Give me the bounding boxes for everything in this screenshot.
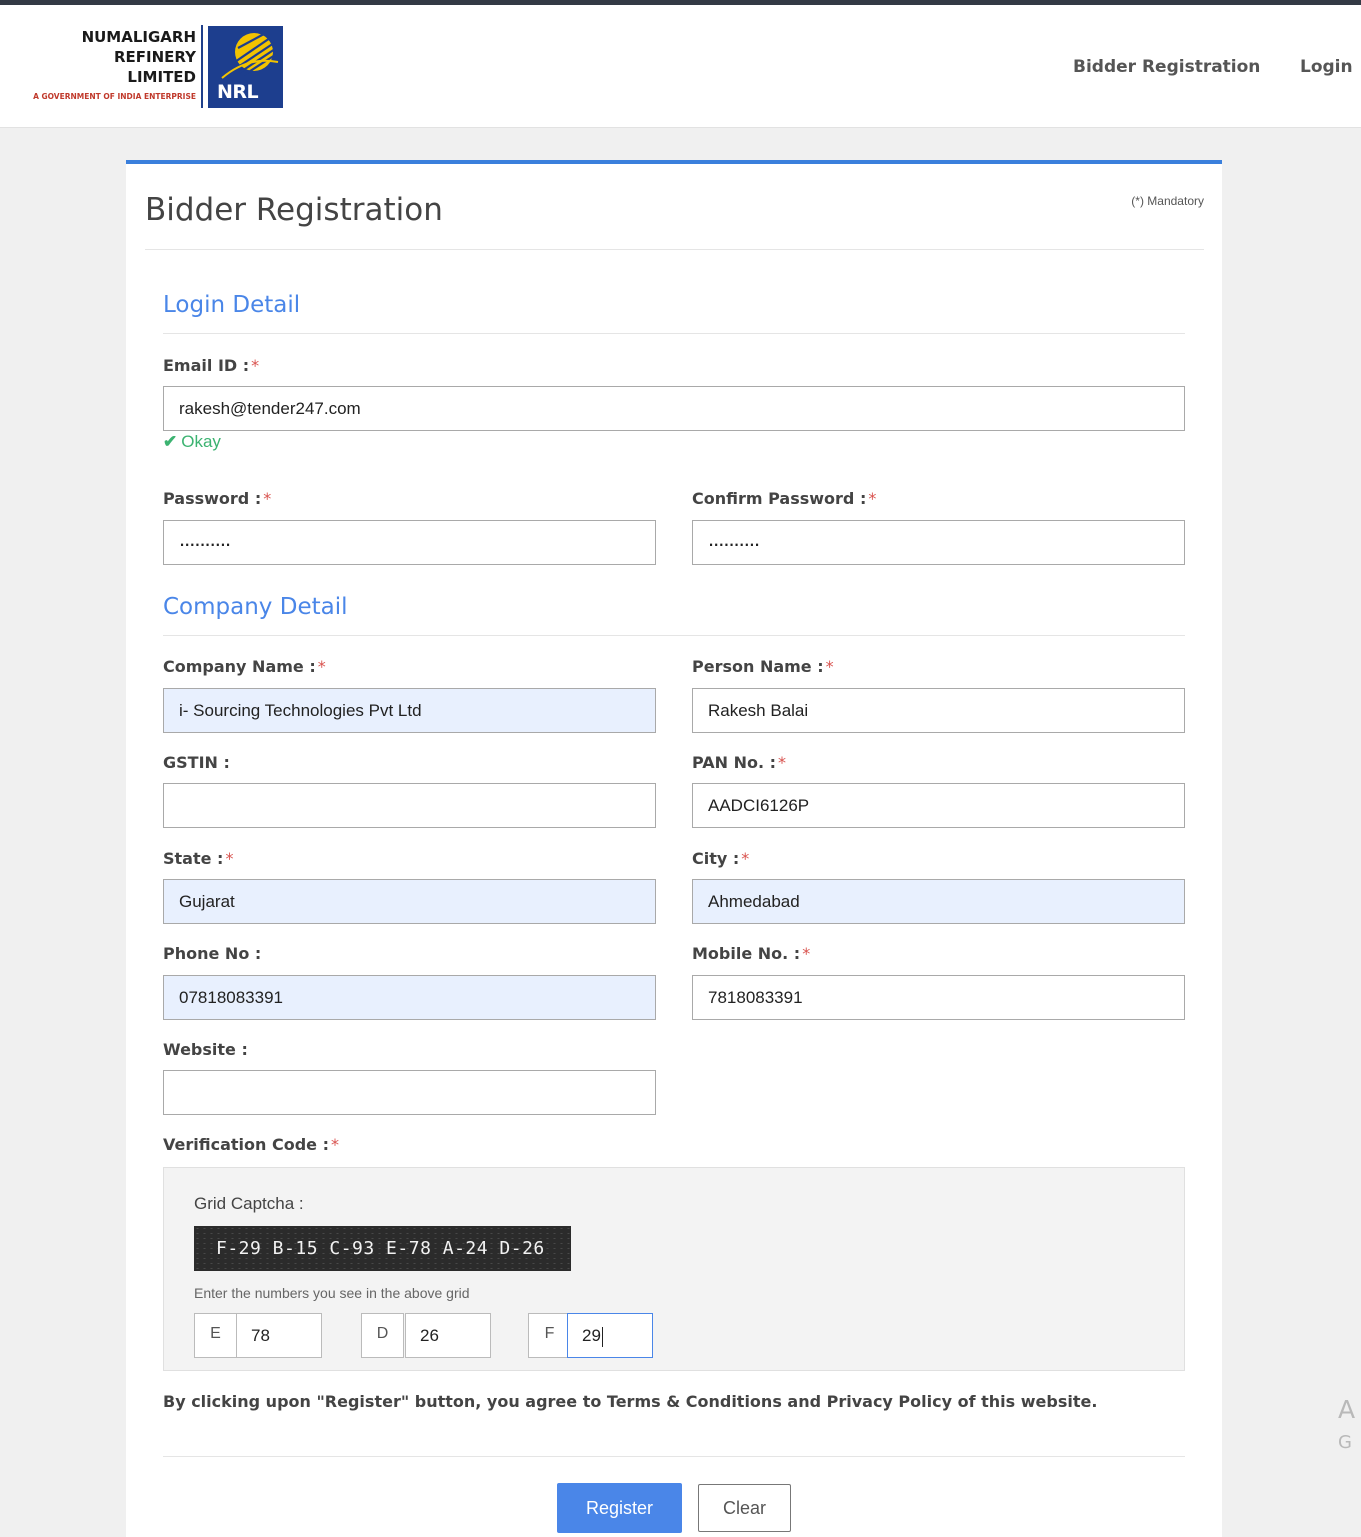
website-field[interactable] [163, 1070, 656, 1115]
captcha-prefix-1: E [194, 1313, 237, 1358]
city-field[interactable]: Ahmedabad [692, 879, 1185, 924]
grid-captcha-label: Grid Captcha : [194, 1194, 304, 1213]
gstin-field[interactable] [163, 783, 656, 828]
logo-mark: NRL [217, 81, 259, 103]
section-divider [163, 635, 1185, 636]
clear-button[interactable]: Clear [698, 1484, 791, 1532]
site-header: NUMALIGARH REFINERY LIMITED A GOVERNMENT… [0, 5, 1361, 128]
person-name-label: Person Name : * [692, 657, 834, 676]
login-detail-heading: Login Detail [163, 292, 301, 318]
captcha-image: F-29 B-15 C-93 E-78 A-24 D-26 [194, 1226, 571, 1271]
required-marker: * [317, 657, 326, 676]
nav-login[interactable]: Login [1300, 57, 1353, 77]
captcha-container: Grid Captcha : F-29 B-15 C-93 E-78 A-24 … [163, 1167, 1185, 1371]
logo-line-1: NUMALIGARH [81, 28, 196, 46]
captcha-input-2[interactable]: 26 [405, 1313, 491, 1358]
logo-line-3: LIMITED [127, 68, 196, 86]
footer-divider [163, 1456, 1185, 1457]
required-marker: * [825, 657, 834, 676]
company-logo-text: NUMALIGARH REFINERY LIMITED A GOVERNMENT… [10, 27, 196, 103]
required-marker: * [225, 849, 234, 868]
page-title: Bidder Registration [145, 192, 443, 228]
email-field[interactable]: rakesh@tender247.com [163, 386, 1185, 431]
phone-label: Phone No : [163, 944, 262, 963]
captcha-input-3[interactable]: 29 [567, 1313, 653, 1358]
captcha-prefix-3: F [528, 1313, 571, 1358]
mandatory-note: (*) Mandatory [1131, 194, 1204, 208]
activation-watermark-line-1: A [1338, 1395, 1356, 1424]
activation-watermark-line-2: G [1338, 1432, 1352, 1453]
required-marker: * [741, 849, 750, 868]
required-marker: * [868, 489, 877, 508]
pan-label: PAN No. : * [692, 753, 787, 772]
state-field[interactable]: Gujarat [163, 879, 656, 924]
state-label: State : * [163, 849, 234, 868]
pan-field[interactable]: AADCI6126P [692, 783, 1185, 828]
required-marker: * [263, 489, 272, 508]
password-label: Password : * [163, 489, 272, 508]
registration-panel: Bidder Registration (*) Mandatory Login … [126, 160, 1222, 1537]
confirm-password-field[interactable]: .......... [692, 520, 1185, 565]
gstin-label: GSTIN : [163, 753, 230, 772]
mobile-field[interactable]: 7818083391 [692, 975, 1185, 1020]
verification-code-label: Verification Code : * [163, 1135, 339, 1154]
person-name-field[interactable]: Rakesh Balai [692, 688, 1185, 733]
required-marker: * [330, 1135, 339, 1154]
check-icon: ✔ [163, 432, 178, 451]
required-marker: * [778, 753, 787, 772]
confirm-password-label: Confirm Password : * [692, 489, 877, 508]
company-name-field[interactable]: i- Sourcing Technologies Pvt Ltd [163, 688, 656, 733]
title-divider [145, 249, 1204, 250]
terms-agreement-text: By clicking upon "Register" button, you … [163, 1392, 1098, 1411]
logo-divider [201, 25, 203, 108]
captcha-hint: Enter the numbers you see in the above g… [194, 1285, 470, 1301]
text-cursor [601, 1326, 603, 1347]
email-label: Email ID : * [163, 356, 260, 375]
logo-line-2: REFINERY [113, 48, 196, 66]
captcha-input-1[interactable]: 78 [236, 1313, 322, 1358]
required-marker: * [251, 356, 260, 375]
city-label: City : * [692, 849, 750, 868]
nrl-logo-icon: NRL [208, 26, 283, 108]
logo-tagline: A GOVERNMENT OF INDIA ENTERPRISE [33, 92, 196, 101]
company-detail-heading: Company Detail [163, 594, 348, 620]
company-name-label: Company Name : * [163, 657, 326, 676]
phone-field[interactable]: 07818083391 [163, 975, 656, 1020]
email-status: ✔ Okay [163, 432, 221, 451]
password-field[interactable]: .......... [163, 520, 656, 565]
section-divider [163, 333, 1185, 334]
nav-bidder-registration[interactable]: Bidder Registration [1073, 57, 1260, 77]
captcha-text: F-29 B-15 C-93 E-78 A-24 D-26 [216, 1238, 545, 1259]
register-button[interactable]: Register [557, 1483, 682, 1533]
mobile-label: Mobile No. : * [692, 944, 811, 963]
captcha-prefix-2: D [361, 1313, 404, 1358]
website-label: Website : [163, 1040, 248, 1059]
required-marker: * [802, 944, 811, 963]
